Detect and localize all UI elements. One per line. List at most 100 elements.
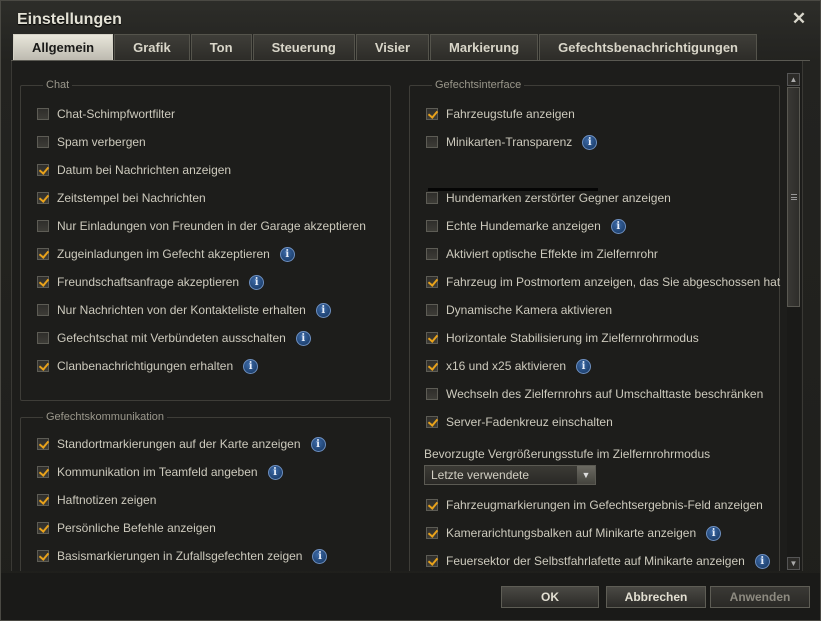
checkbox-row-basismarkierungen-in-zufallsgefechten-ze[interactable]: Basismarkierungen in Zufallsgefechten ze… (37, 547, 328, 565)
checkbox-checked[interactable] (37, 276, 49, 288)
checkbox-checked[interactable] (37, 192, 49, 204)
checkbox-checked[interactable] (37, 248, 49, 260)
tab-steuerung[interactable]: Steuerung (252, 34, 355, 60)
apply-button[interactable]: Anwenden (710, 586, 810, 608)
close-icon[interactable]: ✕ (790, 10, 808, 28)
grip-icon (791, 194, 797, 200)
checkbox-unchecked[interactable] (37, 220, 49, 232)
checkbox-row-fahrzeugstufe-anzeigen[interactable]: Fahrzeugstufe anzeigen (426, 105, 575, 123)
checkbox-checked[interactable] (426, 276, 438, 288)
checkbox-checked[interactable] (426, 416, 438, 428)
info-icon[interactable]: i (315, 302, 331, 318)
checkbox-row-wechseln-des-zielfernrohrs-auf-umschaltt[interactable]: Wechseln des Zielfernrohrs auf Umschaltt… (426, 385, 763, 403)
cancel-button[interactable]: Abbrechen (606, 586, 706, 608)
checkbox-row-standortmarkierungen-auf-der-karte-anzei[interactable]: Standortmarkierungen auf der Karte anzei… (37, 435, 326, 453)
checkbox-checked[interactable] (426, 332, 438, 344)
info-icon[interactable]: i (267, 464, 283, 480)
checkbox-unchecked[interactable] (426, 220, 438, 232)
checkbox-checked[interactable] (37, 466, 49, 478)
checkbox-row-dynamische-kamera-aktivieren[interactable]: Dynamische Kamera aktivieren (426, 301, 612, 319)
zoom-level-dropdown[interactable]: Letzte verwendete ▼ (424, 465, 596, 485)
checkbox-row-clanbenachrichtigungen-erhalten[interactable]: Clanbenachrichtigungen erhalten i (37, 357, 259, 375)
info-icon[interactable]: i (243, 358, 259, 374)
tab-gefechtsbenachrichtigungen[interactable]: Gefechtsbenachrichtigungen (539, 34, 757, 60)
checkbox-label: Zeitstempel bei Nachrichten (57, 191, 206, 205)
checkbox-label: Freundschaftsanfrage akzeptieren (57, 275, 240, 289)
checkbox-checked[interactable] (37, 360, 49, 372)
checkbox-row-haftnotizen-zeigen[interactable]: Haftnotizen zeigen (37, 491, 156, 509)
checkbox-row-hundemarken-zerstorter-gegner-anzeigen[interactable]: Hundemarken zerstörter Gegner anzeigen (426, 189, 671, 207)
checkbox-label: Clanbenachrichtigungen erhalten (57, 359, 234, 373)
checkbox-label: Nur Einladungen von Freunden in der Gara… (57, 219, 366, 233)
scroll-up-icon[interactable]: ▲ (787, 73, 800, 86)
checkbox-label: x16 und x25 aktivieren (446, 359, 567, 373)
checkbox-label: Datum bei Nachrichten anzeigen (57, 163, 232, 177)
checkbox-row-chat-schimpfwortfilter[interactable]: Chat-Schimpfwortfilter (37, 105, 175, 123)
info-icon[interactable]: i (249, 274, 265, 290)
checkbox-checked[interactable] (426, 527, 438, 539)
checkbox-row-echte-hundemarke-anzeigen[interactable]: Echte Hundemarke anzeigen i (426, 217, 626, 235)
checkbox-row-feuersektor-der-selbstfahrlafette-auf-mi[interactable]: Feuersektor der Selbstfahrlafette auf Mi… (426, 552, 770, 570)
checkbox-row-fahrzeugmarkierungen-im-gefechtsergebnis[interactable]: Fahrzeugmarkierungen im Gefechtsergebnis… (426, 496, 763, 514)
checkbox-unchecked[interactable] (426, 388, 438, 400)
info-icon[interactable]: i (279, 246, 295, 262)
checkbox-row-nur-einladungen-von-freunden-in-der-gara[interactable]: Nur Einladungen von Freunden in der Gara… (37, 217, 366, 235)
checkbox-unchecked[interactable] (37, 332, 49, 344)
info-icon[interactable]: i (754, 553, 770, 569)
checkbox-checked[interactable] (37, 438, 49, 450)
scroll-down-icon[interactable]: ▼ (787, 557, 800, 570)
info-icon[interactable]: i (610, 218, 626, 234)
checkbox-row-aktiviert-optische-effekte-im-zielfernro[interactable]: Aktiviert optische Effekte im Zielfernro… (426, 245, 658, 263)
checkbox-checked[interactable] (426, 360, 438, 372)
info-icon[interactable]: i (576, 358, 592, 374)
content-scrollbar[interactable]: ▲ ▼ (787, 73, 801, 571)
zoom-level-value: Letzte verwendete (431, 468, 530, 482)
checkbox-row-x16-und-x25-aktivieren[interactable]: x16 und x25 aktivieren i (426, 357, 592, 375)
tab-grafik[interactable]: Grafik (114, 34, 190, 60)
tab-ton[interactable]: Ton (190, 34, 252, 60)
tab-allgemein[interactable]: Allgemein (13, 34, 114, 60)
checkbox-row-gefechtschat-mit-verbundeten-ausschalten[interactable]: Gefechtschat mit Verbündeten ausschalten… (37, 329, 311, 347)
info-icon[interactable]: i (706, 525, 722, 541)
info-icon[interactable]: i (312, 548, 328, 564)
checkbox-checked[interactable] (37, 494, 49, 506)
checkbox-unchecked[interactable] (426, 192, 438, 204)
checkbox-checked[interactable] (37, 550, 49, 562)
checkbox-row-minikarten-transparenz[interactable]: Minikarten-Transparenz i (426, 133, 598, 151)
scrollbar-thumb[interactable] (787, 87, 800, 307)
checkbox-checked[interactable] (426, 499, 438, 511)
checkbox-row-zeitstempel-bei-nachrichten[interactable]: Zeitstempel bei Nachrichten (37, 189, 206, 207)
checkbox-row-personliche-befehle-anzeigen[interactable]: Persönliche Befehle anzeigen (37, 519, 216, 537)
checkbox-row-datum-bei-nachrichten-anzeigen[interactable]: Datum bei Nachrichten anzeigen (37, 161, 231, 179)
checkbox-row-kommunikation-im-teamfeld-angeben[interactable]: Kommunikation im Teamfeld angeben i (37, 463, 283, 481)
checkbox-unchecked[interactable] (37, 304, 49, 316)
checkbox-label: Gefechtschat mit Verbündeten ausschalten (57, 331, 286, 345)
checkbox-row-server-fadenkreuz-einschalten[interactable]: Server-Fadenkreuz einschalten (426, 413, 613, 431)
checkbox-row-kamerarichtungsbalken-auf-minikarte-anze[interactable]: Kamerarichtungsbalken auf Minikarte anze… (426, 524, 722, 542)
checkbox-label: Horizontale Stabilisierung im Zielfernro… (446, 331, 699, 345)
checkbox-unchecked[interactable] (426, 248, 438, 260)
checkbox-unchecked[interactable] (426, 304, 438, 316)
checkbox-unchecked[interactable] (426, 136, 438, 148)
checkbox-row-freundschaftsanfrage-akzeptieren[interactable]: Freundschaftsanfrage akzeptieren i (37, 273, 265, 291)
checkbox-checked[interactable] (426, 555, 438, 567)
info-icon[interactable]: i (582, 134, 598, 150)
checkbox-row-nur-nachrichten-von-der-kontakteliste-er[interactable]: Nur Nachrichten von der Kontakteliste er… (37, 301, 331, 319)
info-icon[interactable]: i (295, 330, 311, 346)
checkbox-row-spam-verbergen[interactable]: Spam verbergen (37, 133, 146, 151)
checkbox-label: Wechseln des Zielfernrohrs auf Umschaltt… (446, 387, 764, 401)
checkbox-row-horizontale-stabilisierung-im-zielfernro[interactable]: Horizontale Stabilisierung im Zielfernro… (426, 329, 699, 347)
checkbox-checked[interactable] (37, 164, 49, 176)
checkbox-checked[interactable] (426, 108, 438, 120)
checkbox-row-fahrzeug-im-postmortem-anzeigen-das-sie-[interactable]: Fahrzeug im Postmortem anzeigen, das Sie… (426, 273, 780, 291)
checkbox-checked[interactable] (37, 522, 49, 534)
tab-visier[interactable]: Visier (355, 34, 430, 60)
checkbox-label: Dynamische Kamera aktivieren (446, 303, 613, 317)
info-icon[interactable]: i (310, 436, 326, 452)
tab-markierung[interactable]: Markierung (430, 34, 539, 60)
checkbox-unchecked[interactable] (37, 108, 49, 120)
chevron-down-icon[interactable]: ▼ (577, 466, 595, 484)
ok-button[interactable]: OK (501, 586, 599, 608)
checkbox-row-zugeinladungen-im-gefecht-akzeptieren[interactable]: Zugeinladungen im Gefecht akzeptieren i (37, 245, 295, 263)
checkbox-unchecked[interactable] (37, 136, 49, 148)
